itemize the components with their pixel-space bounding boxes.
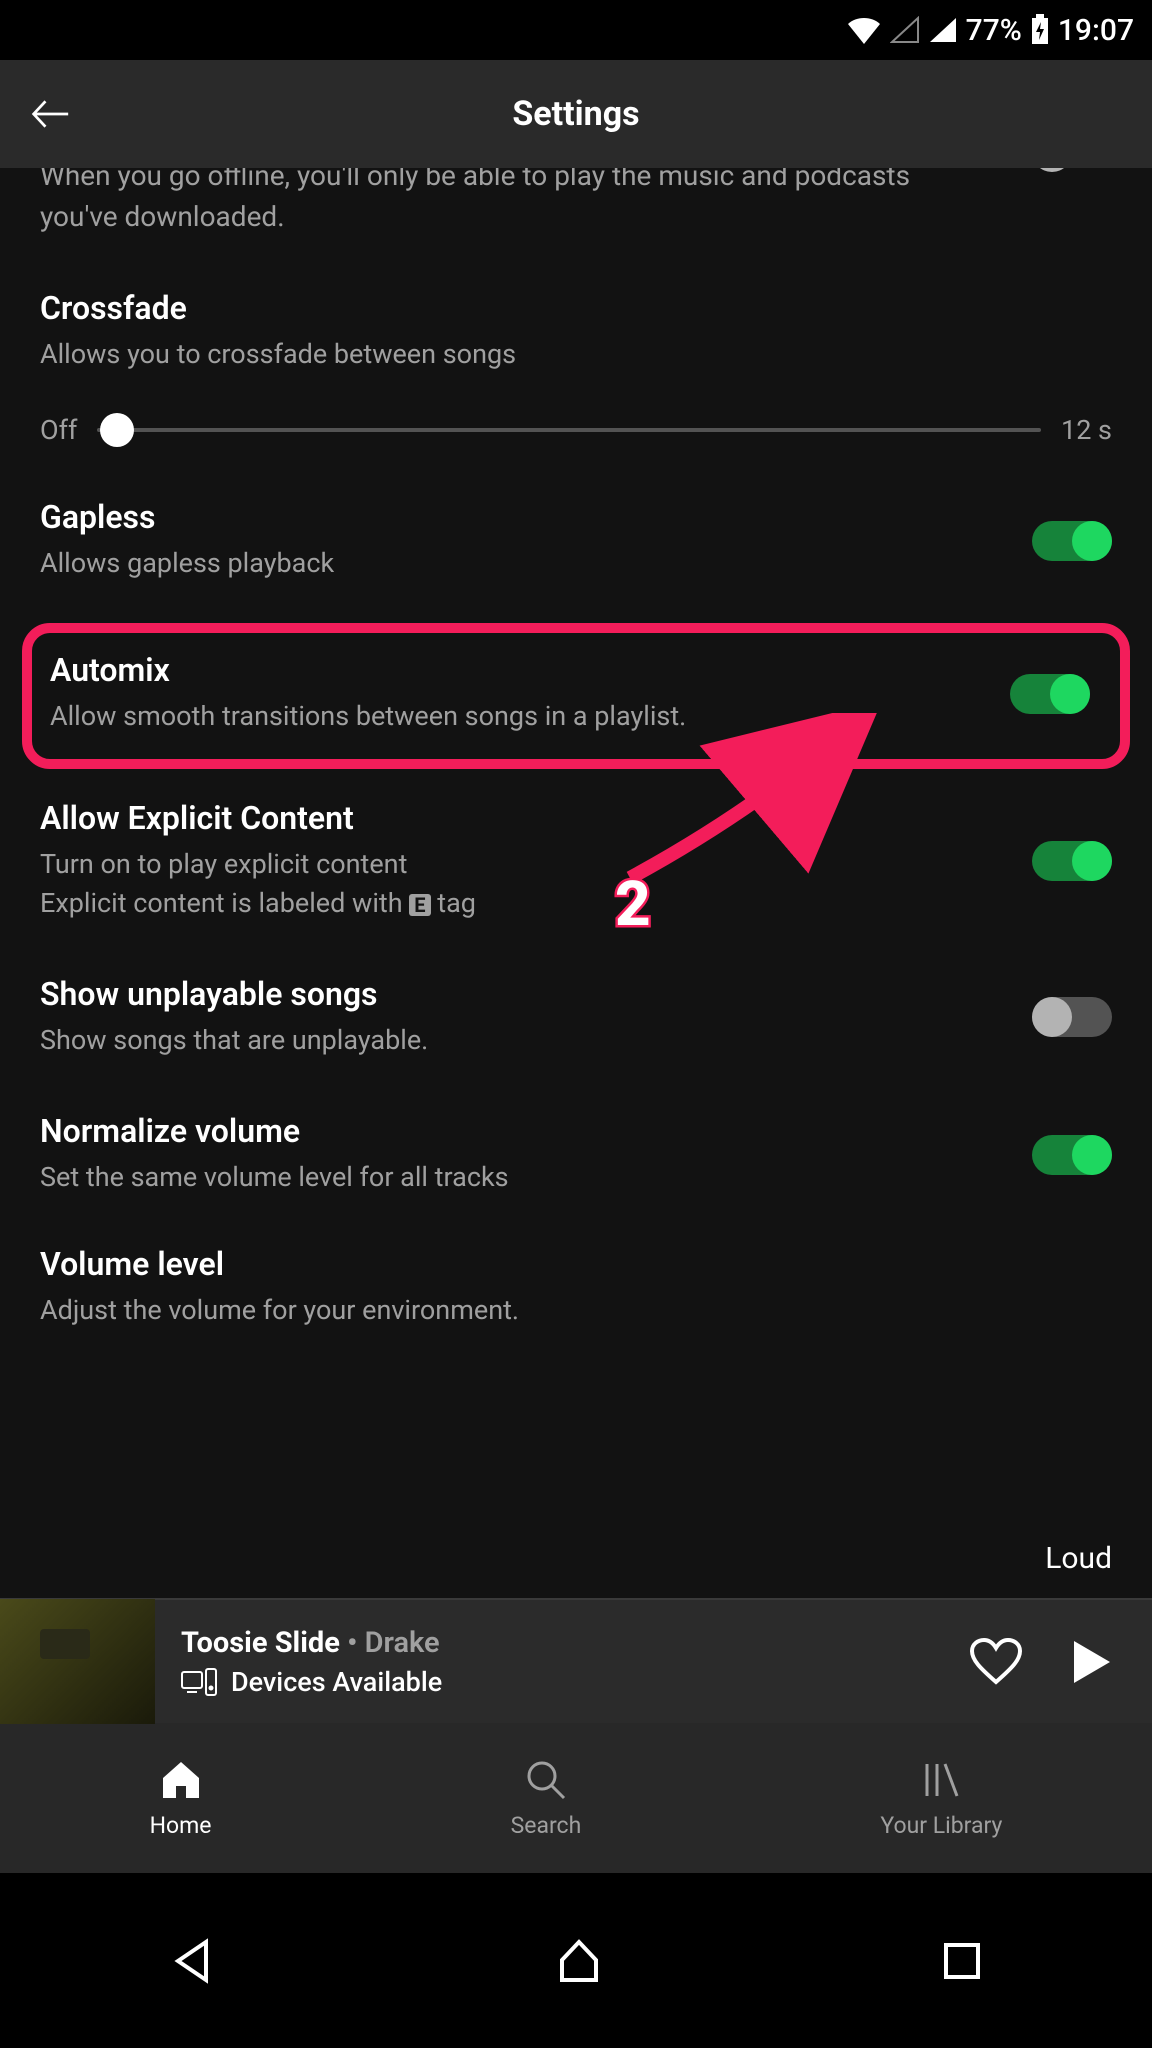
crossfade-min-label: Off <box>40 414 77 446</box>
arrow-left-icon <box>30 96 70 132</box>
explicit-title: Allow Explicit Content <box>40 799 1112 837</box>
status-icons-group: 77% 19:07 <box>846 13 1134 48</box>
annotation-number: 2 <box>615 868 651 941</box>
tab-library[interactable]: Your Library <box>880 1758 1002 1839</box>
track-artist: Drake <box>365 1626 440 1660</box>
gapless-desc: Allows gapless playback <box>40 544 1112 583</box>
slider-thumb[interactable] <box>100 413 134 447</box>
tab-search[interactable]: Search <box>511 1758 582 1839</box>
battery-percent: 77% <box>966 13 1022 48</box>
normalize-toggle[interactable] <box>1032 1135 1112 1175</box>
automix-toggle[interactable] <box>1010 674 1090 714</box>
gapless-setting[interactable]: Gapless Allows gapless playback <box>40 498 1112 583</box>
play-icon[interactable] <box>1072 1639 1112 1685</box>
crossfade-max-label: 12 s <box>1061 414 1112 446</box>
normalize-title: Normalize volume <box>40 1112 1112 1150</box>
search-icon <box>524 1758 568 1802</box>
volume-level-desc: Adjust the volume for your environment. <box>40 1291 1112 1330</box>
now-playing-actions <box>970 1638 1152 1686</box>
offline-setting-desc: When you go offline, you'll only be able… <box>40 168 1112 237</box>
toggle-knob <box>1050 674 1090 714</box>
tab-search-label: Search <box>511 1812 582 1839</box>
heart-icon[interactable] <box>970 1638 1022 1686</box>
back-button[interactable] <box>30 94 70 134</box>
unplayable-title: Show unplayable songs <box>40 975 1112 1013</box>
crossfade-setting: Crossfade Allows you to crossfade betwee… <box>40 289 1112 446</box>
now-playing-title-row: Toosie Slide • Drake <box>181 1626 970 1660</box>
crossfade-title: Crossfade <box>40 289 1112 327</box>
devices-icon <box>181 1668 217 1696</box>
crossfade-slider-row: Off 12 s <box>40 414 1112 446</box>
explicit-desc: Turn on to play explicit content Explici… <box>40 845 1112 923</box>
signal-empty-icon <box>890 16 920 44</box>
settings-content[interactable]: When you go offline, you'll only be able… <box>0 168 1152 1598</box>
unplayable-setting[interactable]: Show unplayable songs Show songs that ar… <box>40 975 1112 1060</box>
volume-level-setting[interactable]: Volume level Adjust the volume for your … <box>40 1245 1112 1330</box>
track-separator: • <box>340 1626 365 1660</box>
signal-icon <box>928 16 958 44</box>
nav-home-icon[interactable] <box>554 1936 604 1986</box>
toggle-knob <box>1032 997 1072 1037</box>
tab-home-label: Home <box>150 1812 212 1839</box>
explicit-tag-icon: E <box>409 894 430 916</box>
now-playing-bar[interactable]: Toosie Slide • Drake Devices Available <box>0 1598 1152 1723</box>
bottom-tab-nav: Home Search Your Library <box>0 1723 1152 1873</box>
explicit-desc-line2-pre: Explicit content is labeled with <box>40 887 409 919</box>
explicit-desc-line2-post: tag <box>431 887 476 919</box>
explicit-desc-line1: Turn on to play explicit content <box>40 848 407 880</box>
nav-back-icon[interactable] <box>168 1936 218 1986</box>
home-icon <box>159 1758 203 1802</box>
volume-level-title: Volume level <box>40 1245 1112 1283</box>
library-icon <box>919 1758 963 1802</box>
devices-available[interactable]: Devices Available <box>181 1666 970 1698</box>
page-title: Settings <box>512 94 639 134</box>
wifi-icon <box>846 16 882 44</box>
android-nav-bar <box>0 1873 1152 2048</box>
gapless-toggle[interactable] <box>1032 521 1112 561</box>
explicit-toggle[interactable] <box>1032 841 1112 881</box>
gapless-title: Gapless <box>40 498 1112 536</box>
toggle-knob <box>1072 1135 1112 1175</box>
automix-desc: Allow smooth transitions between songs i… <box>50 697 1098 736</box>
explicit-setting[interactable]: Allow Explicit Content Turn on to play e… <box>40 799 1112 923</box>
tab-library-label: Your Library <box>880 1812 1002 1839</box>
clock-time: 19:07 <box>1058 13 1134 48</box>
now-playing-info[interactable]: Toosie Slide • Drake Devices Available <box>155 1626 970 1698</box>
toggle-knob <box>1072 841 1112 881</box>
unplayable-toggle[interactable] <box>1032 997 1112 1037</box>
crossfade-desc: Allows you to crossfade between songs <box>40 335 1112 374</box>
automix-highlight-annotation: Automix Allow smooth transitions between… <box>22 623 1130 768</box>
settings-header: Settings <box>0 60 1152 168</box>
normalize-setting[interactable]: Normalize volume Set the same volume lev… <box>40 1112 1112 1197</box>
android-status-bar: 77% 19:07 <box>0 0 1152 60</box>
battery-charging-icon <box>1030 14 1050 46</box>
crossfade-slider[interactable] <box>97 428 1041 432</box>
devices-label: Devices Available <box>231 1666 442 1698</box>
tab-home[interactable]: Home <box>150 1758 212 1839</box>
track-title: Toosie Slide <box>181 1626 340 1660</box>
volume-level-value[interactable]: Loud <box>1045 1541 1112 1576</box>
unplayable-desc: Show songs that are unplayable. <box>40 1021 1112 1060</box>
automix-setting[interactable]: Automix Allow smooth transitions between… <box>42 651 1098 736</box>
nav-recent-icon[interactable] <box>940 1939 984 1983</box>
album-art[interactable] <box>0 1599 155 1724</box>
normalize-desc: Set the same volume level for all tracks <box>40 1158 1112 1197</box>
automix-title: Automix <box>50 651 1098 689</box>
toggle-knob <box>1072 521 1112 561</box>
